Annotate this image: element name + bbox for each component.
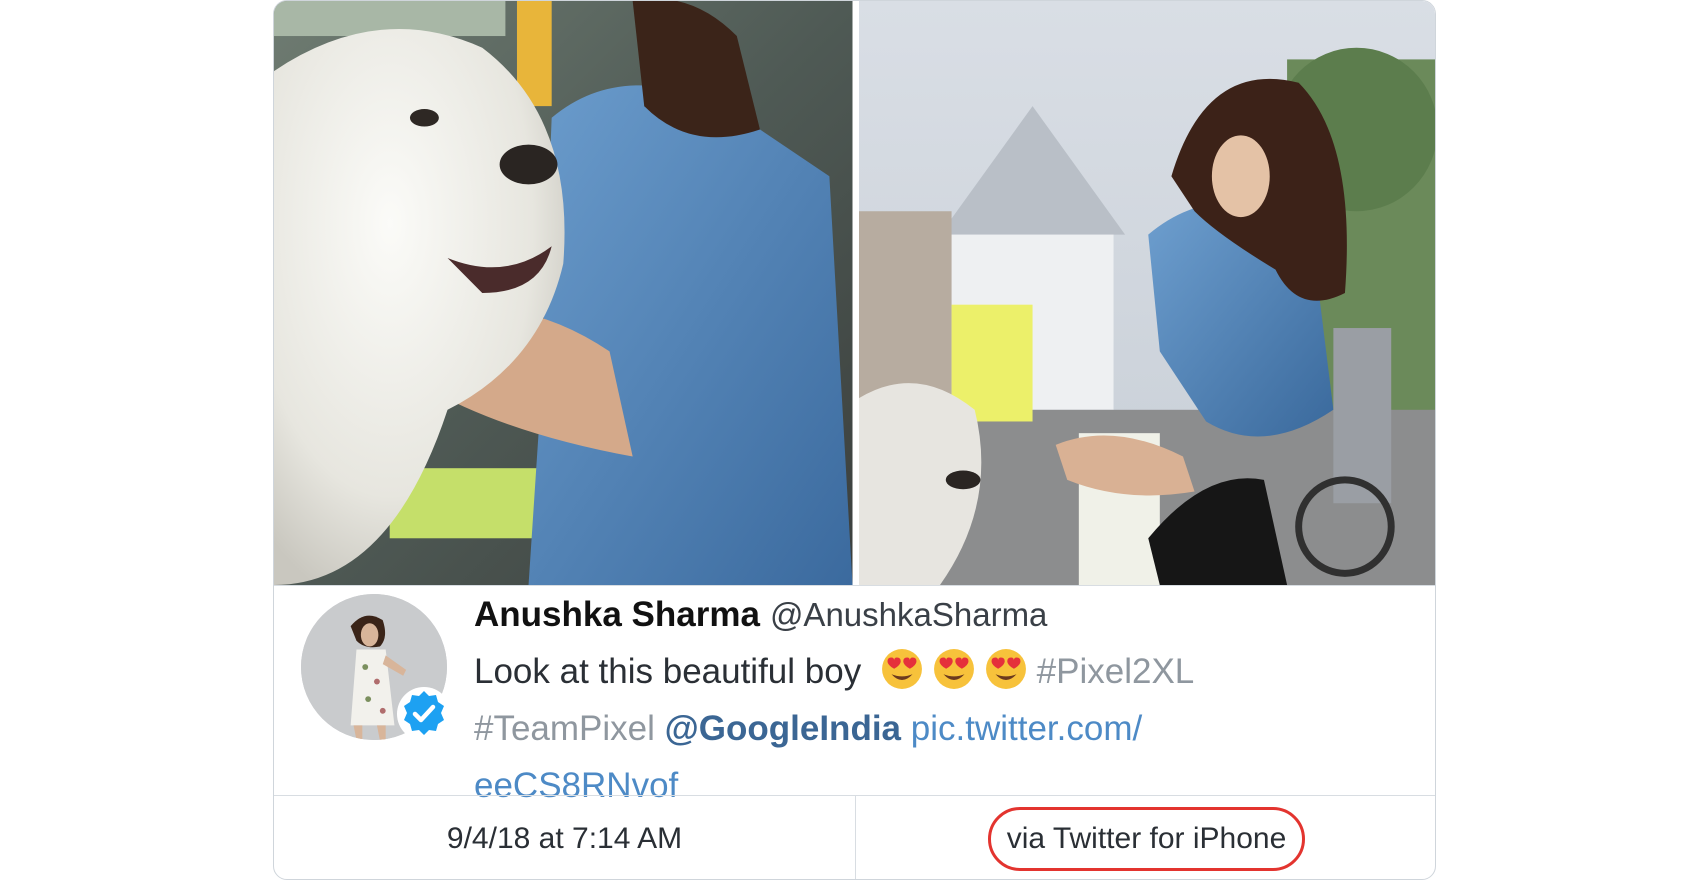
source-cell: via Twitter for iPhone — [856, 796, 1435, 879]
media-link-part1[interactable]: pic.twitter.com/ — [911, 709, 1142, 748]
tweet-footer: 9/4/18 at 7:14 AM via Twitter for iPhone — [274, 795, 1435, 879]
author-handle[interactable]: @AnushkaSharma — [770, 596, 1047, 633]
author-name[interactable]: Anushka Sharma — [474, 595, 760, 634]
photo-woman-petting-dog-street[interactable] — [858, 1, 1435, 585]
tweet-body: Anushka Sharma @AnushkaSharma Look at thi… — [274, 585, 1435, 805]
tweet-media — [274, 1, 1435, 585]
photo-woman-with-dog-closeup[interactable] — [274, 1, 853, 585]
heart-eyes-emoji — [933, 649, 974, 689]
tweet-text-intro: Look at this beautiful boy — [474, 652, 862, 691]
heart-eyes-emoji — [881, 649, 922, 689]
hashtag-pixel2xl[interactable]: #Pixel2XL — [1037, 652, 1195, 691]
tweet-timestamp[interactable]: 9/4/18 at 7:14 AM — [447, 822, 682, 856]
tweet-source-highlighted[interactable]: via Twitter for iPhone — [987, 806, 1306, 871]
mention-googleindia[interactable]: @GoogleIndia — [665, 709, 901, 748]
timestamp-cell: 9/4/18 at 7:14 AM — [274, 796, 856, 879]
tweet-card: Anushka Sharma @AnushkaSharma Look at thi… — [273, 0, 1436, 880]
tweet-text: Look at this beautiful boy #Pixel2XL #Te… — [474, 643, 1394, 814]
tweet-text-block: Anushka Sharma @AnushkaSharma Look at thi… — [474, 586, 1394, 814]
heart-eyes-emoji — [985, 649, 1026, 689]
hashtag-teampixel[interactable]: #TeamPixel — [474, 709, 655, 748]
verified-badge-icon — [397, 687, 451, 741]
author-line: Anushka Sharma @AnushkaSharma — [474, 586, 1394, 643]
